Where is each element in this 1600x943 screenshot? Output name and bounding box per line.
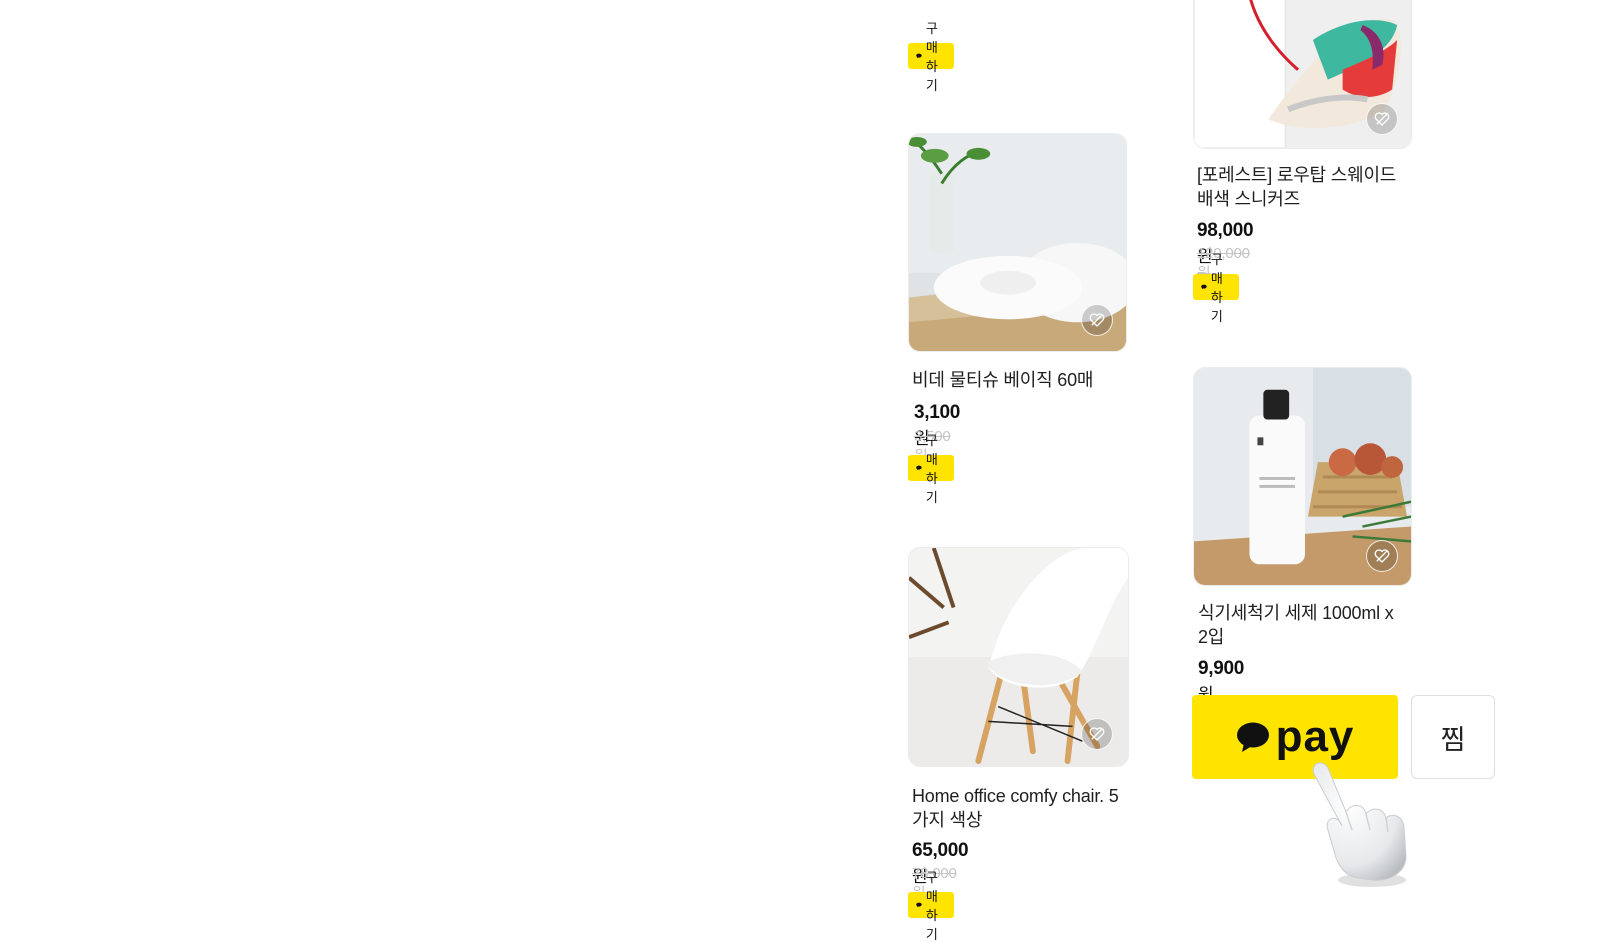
wishlist-button[interactable] (1366, 103, 1398, 135)
wishlist-button[interactable] (1081, 718, 1113, 750)
product-title[interactable]: 식기세척기 세제 1000ml x 2입 (1198, 601, 1403, 649)
product-image-detergent[interactable] (1193, 367, 1412, 586)
product-image-wet-wipes[interactable] (908, 133, 1127, 352)
buy-button[interactable]: 구매하기 (1193, 252, 1239, 324)
product-image-sneakers[interactable] (1193, 0, 1412, 149)
heart-icon (1374, 549, 1390, 563)
buy-button[interactable]: 구매하기 (908, 433, 954, 505)
speech-bubble-icon (1236, 722, 1269, 752)
product-title[interactable]: 비데 물티슈 베이직 60매 (912, 368, 1127, 392)
zzim-button-label: 찜 (1440, 724, 1466, 755)
buy-button[interactable]: 구매하기 (908, 21, 954, 93)
product-title[interactable]: [포레스트] 로우탑 스웨이드 배색 스니커즈 (1197, 163, 1407, 211)
product-title[interactable]: Home office comfy chair. 5가지 색상 (912, 784, 1127, 832)
pay-button-label: pay (1275, 712, 1355, 761)
buy-button-label: 구매하기 (925, 870, 938, 942)
heart-icon (1374, 112, 1390, 126)
buy-button[interactable]: 구매하기 (908, 870, 954, 942)
speech-bubble-icon (1201, 284, 1207, 290)
heart-icon (1089, 727, 1105, 741)
speech-bubble-icon (916, 53, 922, 59)
speech-bubble-icon (916, 902, 922, 908)
buy-button-label: 구매하기 (925, 21, 938, 93)
buy-button-label: 구매하기 (1210, 252, 1223, 324)
heart-icon (1089, 313, 1105, 327)
product-image-chair[interactable] (908, 547, 1129, 767)
wishlist-button[interactable] (1081, 304, 1113, 336)
zzim-button[interactable]: 찜 (1411, 695, 1495, 779)
speech-bubble-icon (916, 465, 922, 471)
pointing-hand-icon (1312, 762, 1407, 887)
buy-button-label: 구매하기 (925, 433, 938, 505)
wishlist-button[interactable] (1366, 540, 1398, 572)
